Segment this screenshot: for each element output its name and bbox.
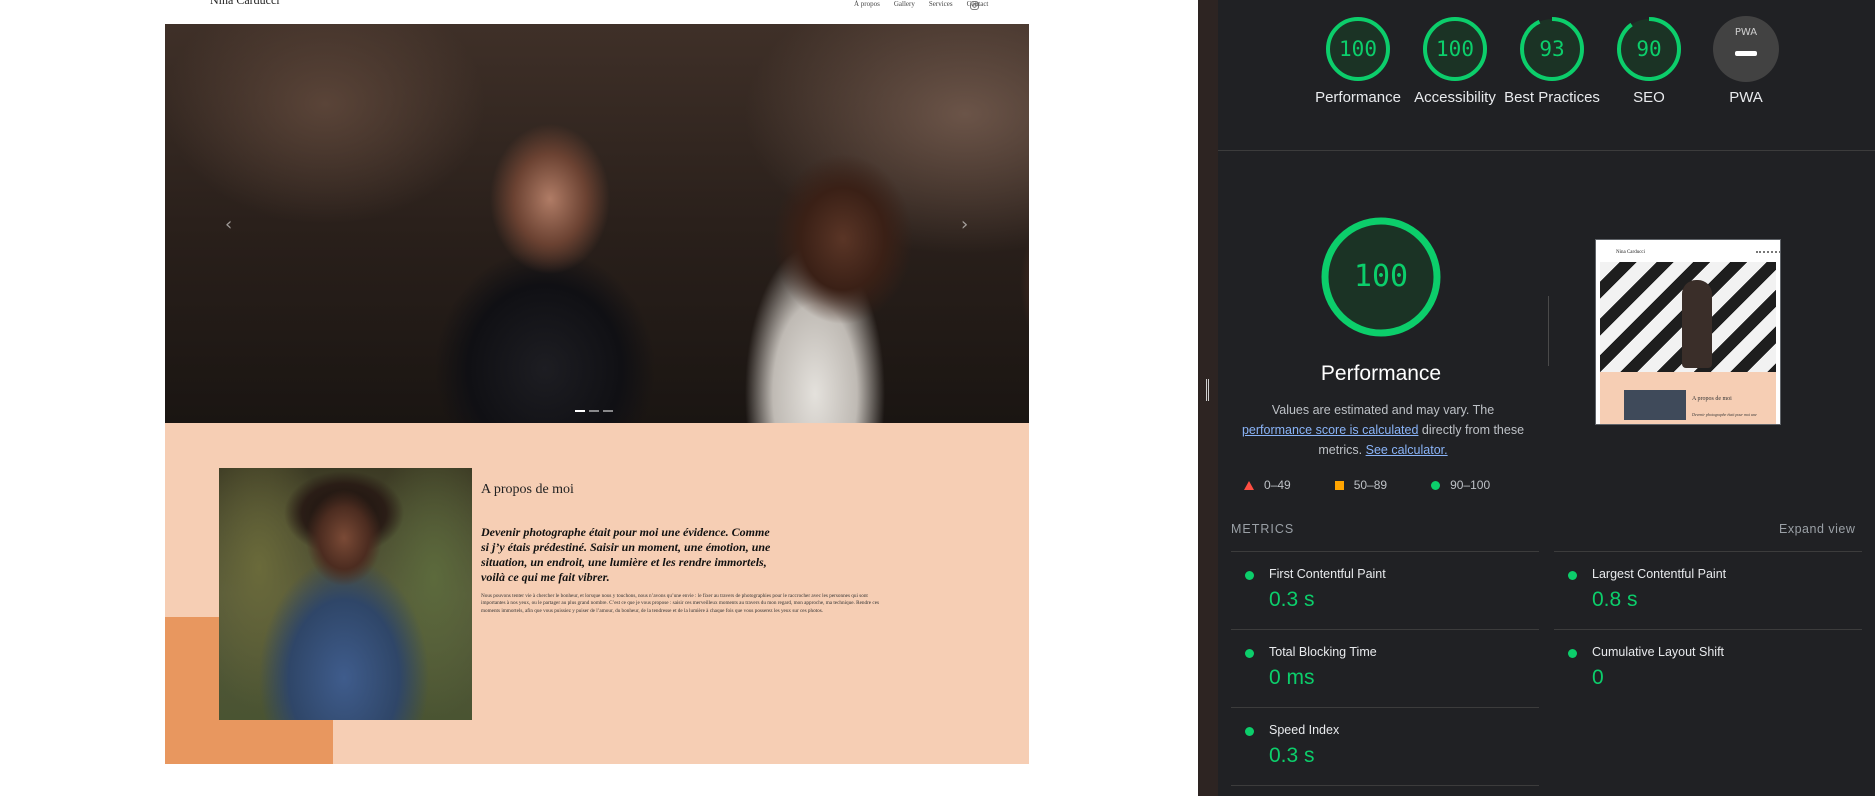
thumb-about-title: A propos de moi	[1692, 396, 1732, 402]
nav-item-about[interactable]: À propos	[854, 0, 880, 8]
carousel-prev-icon[interactable]: ‹	[225, 214, 232, 235]
instagram-icon[interactable]	[970, 1, 979, 10]
metric-speed-index: Speed Index 0.3 s	[1231, 707, 1539, 785]
performance-big-gauge: 100	[1319, 215, 1443, 339]
pwa-badge: PWA	[1713, 16, 1779, 82]
thumb-about-section: A propos de moi Devenir photographe étai…	[1600, 372, 1776, 424]
legend-fail: 0–49	[1244, 478, 1291, 492]
carousel-dot[interactable]	[603, 410, 613, 412]
metric-value: 0.8 s	[1592, 588, 1638, 611]
metric-total-blocking-time: Total Blocking Time 0 ms	[1231, 629, 1539, 707]
gauge-ring: 93	[1519, 16, 1585, 82]
pass-circle-icon	[1245, 649, 1254, 658]
thumb-about-lead: Devenir photographe était pour moi une	[1692, 412, 1757, 417]
gauge-label: Accessibility	[1414, 89, 1496, 106]
carousel-dot[interactable]	[589, 410, 599, 412]
site-nav: À propos Gallery Services Contact	[854, 0, 988, 8]
pass-circle-icon	[1245, 727, 1254, 736]
gauge-label: Best Practices	[1504, 89, 1600, 106]
site-logo-name[interactable]: Nina Carducci	[210, 0, 280, 8]
thumb-hero-image	[1600, 262, 1776, 372]
metric-name: Largest Contentful Paint	[1592, 567, 1727, 581]
gauge-performance[interactable]: 100 Performance	[1310, 16, 1406, 108]
metric-value: 0	[1592, 666, 1604, 689]
legend-pass-range: 90–100	[1450, 478, 1491, 492]
pwa-badge-text: PWA	[1734, 27, 1758, 38]
desc-text: Values are estimated and may vary. The	[1271, 403, 1495, 417]
gauge-score: 93	[1539, 37, 1565, 61]
gauge-score: 100	[1339, 37, 1377, 61]
score-summary: 100 Performance 100 Accessibility 93 Bes…	[1218, 0, 1875, 151]
nav-item-gallery[interactable]: Gallery	[894, 0, 915, 8]
panel-resize-handle[interactable]	[1206, 379, 1209, 401]
thumb-site-name: Nina Carducci	[1616, 250, 1646, 255]
big-gauge-score: 100	[1353, 259, 1409, 294]
thumb-person-figure	[1682, 280, 1712, 368]
gauge-label: PWA	[1729, 89, 1763, 106]
expand-view-toggle[interactable]: Expand view	[1779, 522, 1855, 536]
metric-name: First Contentful Paint	[1269, 567, 1386, 581]
gauge-seo[interactable]: 90 SEO	[1601, 16, 1697, 108]
performance-description: Values are estimated and may vary. The p…	[1238, 400, 1528, 460]
metric-name: Cumulative Layout Shift	[1592, 645, 1725, 659]
about-section: A propos de moi Devenir photographe étai…	[165, 423, 1029, 764]
metrics-heading: METRICS	[1231, 522, 1295, 536]
lighthouse-panel: 100 Performance 100 Accessibility 93 Bes…	[1218, 0, 1875, 796]
fail-triangle-icon	[1244, 480, 1254, 490]
metric-first-contentful-paint: First Contentful Paint 0.3 s	[1231, 551, 1539, 629]
about-title: A propos de moi	[481, 482, 574, 497]
metric-value: 0.3 s	[1269, 588, 1315, 611]
nav-item-services[interactable]: Services	[929, 0, 953, 8]
gauge-score: 90	[1636, 37, 1662, 61]
metric-name: Total Blocking Time	[1269, 645, 1377, 659]
website-preview: Nina Carducci À propos Gallery Services …	[0, 0, 1198, 796]
average-square-icon	[1334, 480, 1344, 490]
gauge-ring: 100	[1422, 16, 1488, 82]
about-lead-text: Devenir photographe était pour moi une é…	[481, 525, 771, 584]
final-screenshot-thumbnail[interactable]: Nina Carducci A propos de moi Devenir ph…	[1595, 239, 1781, 425]
thumb-about-photo	[1624, 390, 1686, 420]
pwa-na-dash-icon	[1735, 51, 1757, 56]
thumb-nav	[1756, 251, 1780, 255]
gauge-ring: 100	[1325, 16, 1391, 82]
pass-circle-icon	[1431, 480, 1441, 490]
pass-circle-icon	[1568, 649, 1577, 658]
see-calculator-link[interactable]: See calculator.	[1366, 443, 1448, 457]
score-calculated-link[interactable]: performance score is calculated	[1242, 423, 1418, 437]
metric-value: 0.3 s	[1269, 744, 1315, 767]
carousel-dot[interactable]	[575, 410, 585, 412]
legend-pass: 90–100	[1431, 478, 1490, 492]
metric-name: Speed Index	[1269, 723, 1340, 737]
score-legend: 0–49 50–89 90–100	[1244, 478, 1534, 492]
performance-title: Performance	[1320, 362, 1442, 385]
carousel-next-icon[interactable]: ›	[961, 214, 968, 235]
gauge-accessibility[interactable]: 100 Accessibility	[1407, 16, 1503, 108]
metric-cumulative-layout-shift: Cumulative Layout Shift 0	[1554, 629, 1862, 707]
gauge-label: SEO	[1633, 89, 1665, 106]
vertical-separator	[1548, 296, 1549, 366]
pass-circle-icon	[1568, 571, 1577, 580]
metric-value: 0 ms	[1269, 666, 1315, 689]
hero-carousel-image: ‹ ›	[165, 24, 1029, 423]
gauge-score: 100	[1436, 37, 1474, 61]
gauge-label: Performance	[1315, 89, 1401, 106]
about-body-text: Nous pouvons tenter vie à chercher le bo…	[481, 593, 880, 614]
metrics-bottom-rule	[1231, 785, 1539, 786]
carousel-indicators	[575, 410, 613, 412]
about-portrait-photo	[219, 468, 472, 720]
legend-average-range: 50–89	[1353, 478, 1388, 492]
gauge-ring: 90	[1616, 16, 1682, 82]
legend-fail-range: 0–49	[1264, 478, 1291, 492]
legend-average: 50–89	[1334, 478, 1388, 492]
pass-circle-icon	[1245, 571, 1254, 580]
gauge-pwa[interactable]: PWA PWA	[1698, 16, 1794, 108]
gauge-best-practices[interactable]: 93 Best Practices	[1504, 16, 1600, 108]
metric-largest-contentful-paint: Largest Contentful Paint 0.8 s	[1554, 551, 1862, 629]
